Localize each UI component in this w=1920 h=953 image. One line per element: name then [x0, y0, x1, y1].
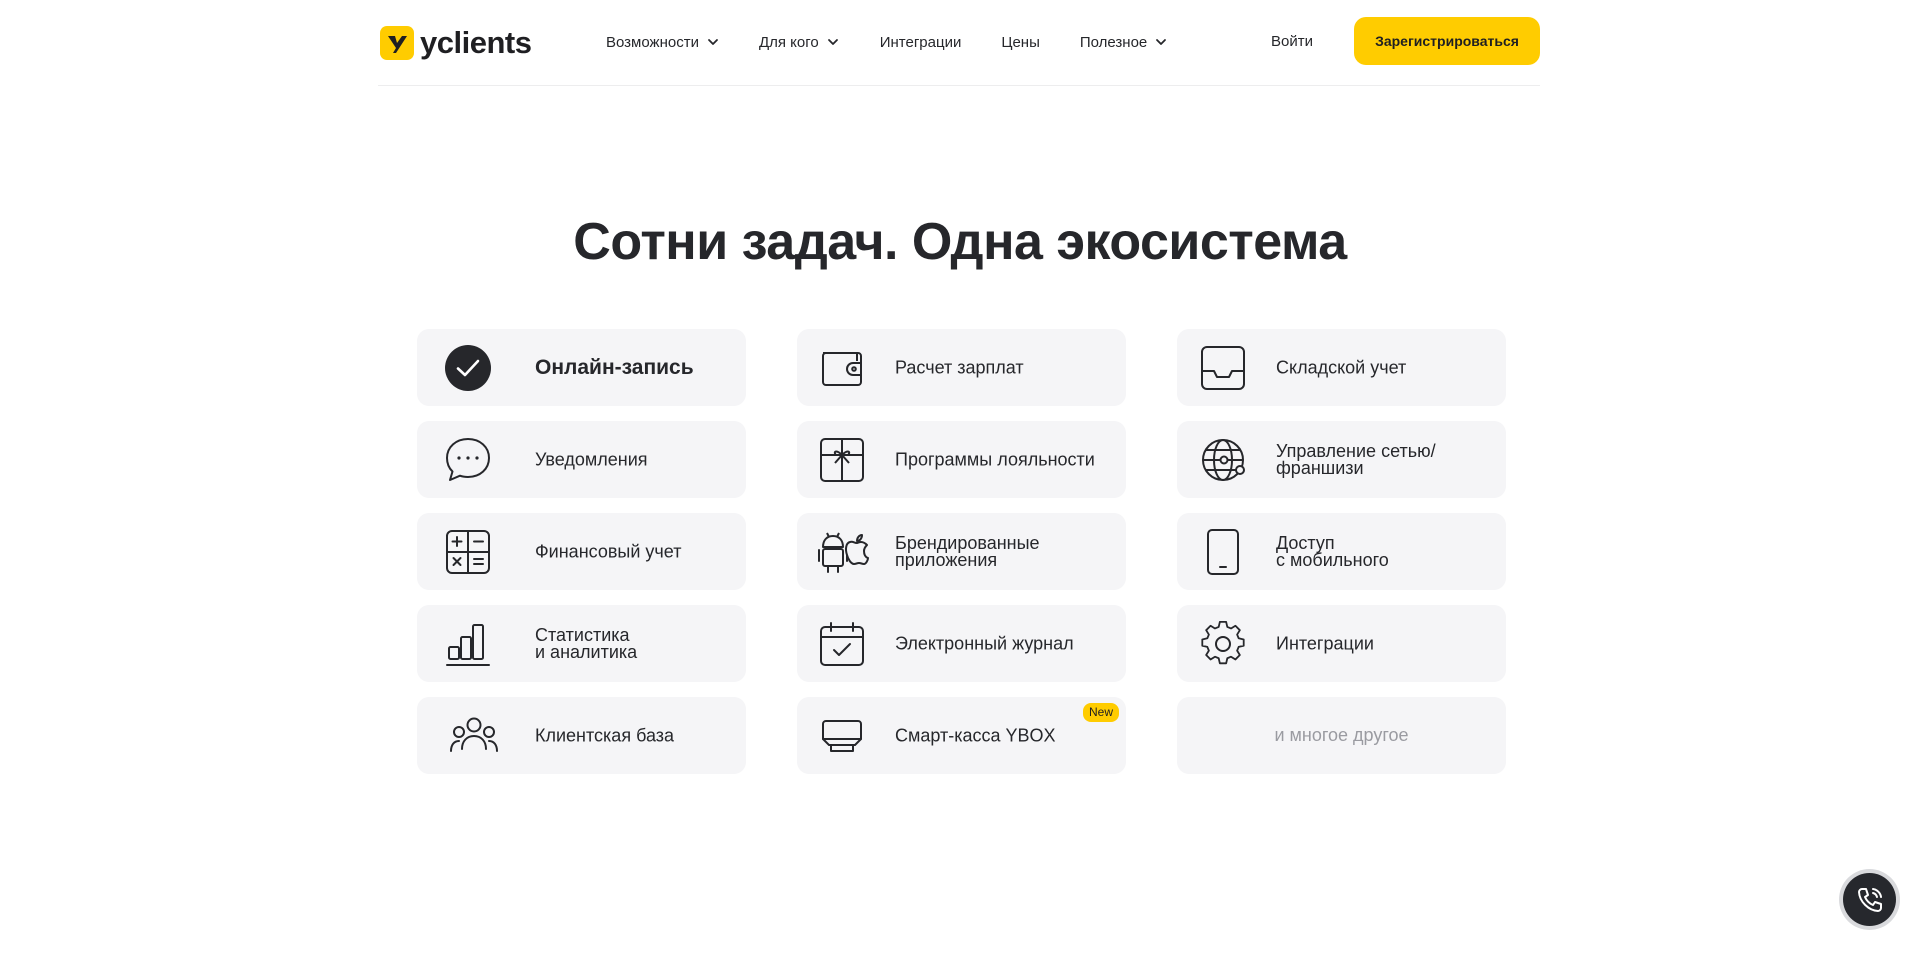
new-badge: New: [1082, 703, 1119, 722]
feature-label: Уведомления: [535, 449, 648, 469]
more-label: и многое другое: [1274, 725, 1409, 745]
feature-card-smart-kassa[interactable]: Смарт-касса YBOX New: [797, 697, 1126, 774]
nav-item-label: Возможности: [606, 33, 699, 51]
main-nav: Возможности Для кого Интеграции Цены Пол…: [606, 30, 1168, 54]
feature-card-mobile-access[interactable]: Доступ с мобильного: [1177, 513, 1506, 590]
feature-card-online-booking[interactable]: Онлайн-запись: [417, 329, 746, 406]
logo-text: yclients: [420, 25, 532, 60]
call-button[interactable]: [1843, 873, 1896, 926]
wallet-icon: [819, 345, 865, 391]
smartphone-icon: [1200, 529, 1246, 575]
gear-icon: [1200, 621, 1246, 667]
feature-label: Программы лояльности: [895, 449, 1095, 469]
chevron-down-icon: [827, 39, 838, 45]
feature-card-network[interactable]: Управление сетью/ франшизи: [1177, 421, 1506, 498]
section-title: Сотни задач. Одна экосистема: [573, 213, 1347, 271]
android-apple-icon: [817, 529, 869, 575]
chevron-down-icon: [1156, 39, 1167, 45]
globe-network-icon: [1200, 437, 1246, 483]
nav-item-label: Цены: [1001, 33, 1040, 51]
features-grid: Онлайн-запись Расчет зарплат Складской у…: [417, 329, 1506, 774]
logo[interactable]: yclients: [380, 25, 532, 60]
cash-register-icon: [819, 713, 865, 759]
feature-card-inventory[interactable]: Складской учет: [1177, 329, 1506, 406]
feature-label: Статистика и аналитика: [535, 624, 638, 662]
site-header: yclients Возможности Для кого Интеграции…: [378, 0, 1540, 86]
nav-item-integrations[interactable]: Интеграции: [880, 30, 962, 54]
nav-item-prices[interactable]: Цены: [1001, 30, 1040, 54]
feature-card-finance[interactable]: Финансовый учет: [417, 513, 746, 590]
users-icon: [449, 713, 499, 759]
feature-card-client-base[interactable]: Клиентская база: [417, 697, 746, 774]
calendar-check-icon: [819, 621, 865, 667]
nav-item-useful[interactable]: Полезное: [1080, 30, 1168, 54]
feature-card-payroll[interactable]: Расчет зарплат: [797, 329, 1126, 406]
logo-mark-icon: [380, 26, 414, 60]
feature-label: Онлайн-запись: [535, 355, 694, 379]
feature-card-integrations[interactable]: Интеграции: [1177, 605, 1506, 682]
bar-chart-icon: [445, 621, 491, 667]
register-button[interactable]: Зарегистрироваться: [1354, 17, 1540, 65]
feature-label: Доступ с мобильного: [1276, 532, 1389, 570]
nav-item-label: Интеграции: [879, 33, 962, 51]
check-circle-icon: [445, 345, 491, 391]
chevron-down-icon: [708, 39, 718, 45]
chat-bubble-icon: [445, 437, 491, 483]
feature-label: Электронный журнал: [895, 633, 1074, 653]
feature-label: Складской учет: [1276, 357, 1407, 377]
feature-label: Управление сетью/ франшизи: [1276, 440, 1436, 478]
feature-card-more[interactable]: и многое другое: [1177, 697, 1506, 774]
calculator-icon: [445, 529, 491, 575]
inbox-tray-icon: [1200, 345, 1246, 391]
feature-card-branded-apps[interactable]: Брендированные приложения: [797, 513, 1126, 590]
nav-item-for-whom[interactable]: Для кого: [759, 30, 840, 54]
feature-label: Брендированные приложения: [895, 532, 1040, 570]
feature-label: Финансовый учет: [535, 541, 682, 561]
login-link[interactable]: Войти: [1271, 30, 1313, 54]
feature-label: Расчет зарплат: [895, 357, 1024, 377]
nav-item-label: Полезное: [1079, 33, 1148, 51]
feature-card-notifications[interactable]: Уведомления: [417, 421, 746, 498]
nav-item-features[interactable]: Возможности: [606, 30, 720, 54]
nav-item-label: Для кого: [758, 33, 819, 51]
feature-card-loyalty[interactable]: Программы лояльности: [797, 421, 1126, 498]
feature-card-analytics[interactable]: Статистика и аналитика: [417, 605, 746, 682]
feature-label: Интеграции: [1276, 633, 1374, 653]
feature-label: Смарт-касса YBOX: [895, 725, 1056, 745]
phone-icon: [1857, 887, 1882, 912]
feature-card-journal[interactable]: Электронный журнал: [797, 605, 1126, 682]
gift-icon: [819, 437, 865, 483]
feature-label: Клиентская база: [535, 725, 675, 745]
